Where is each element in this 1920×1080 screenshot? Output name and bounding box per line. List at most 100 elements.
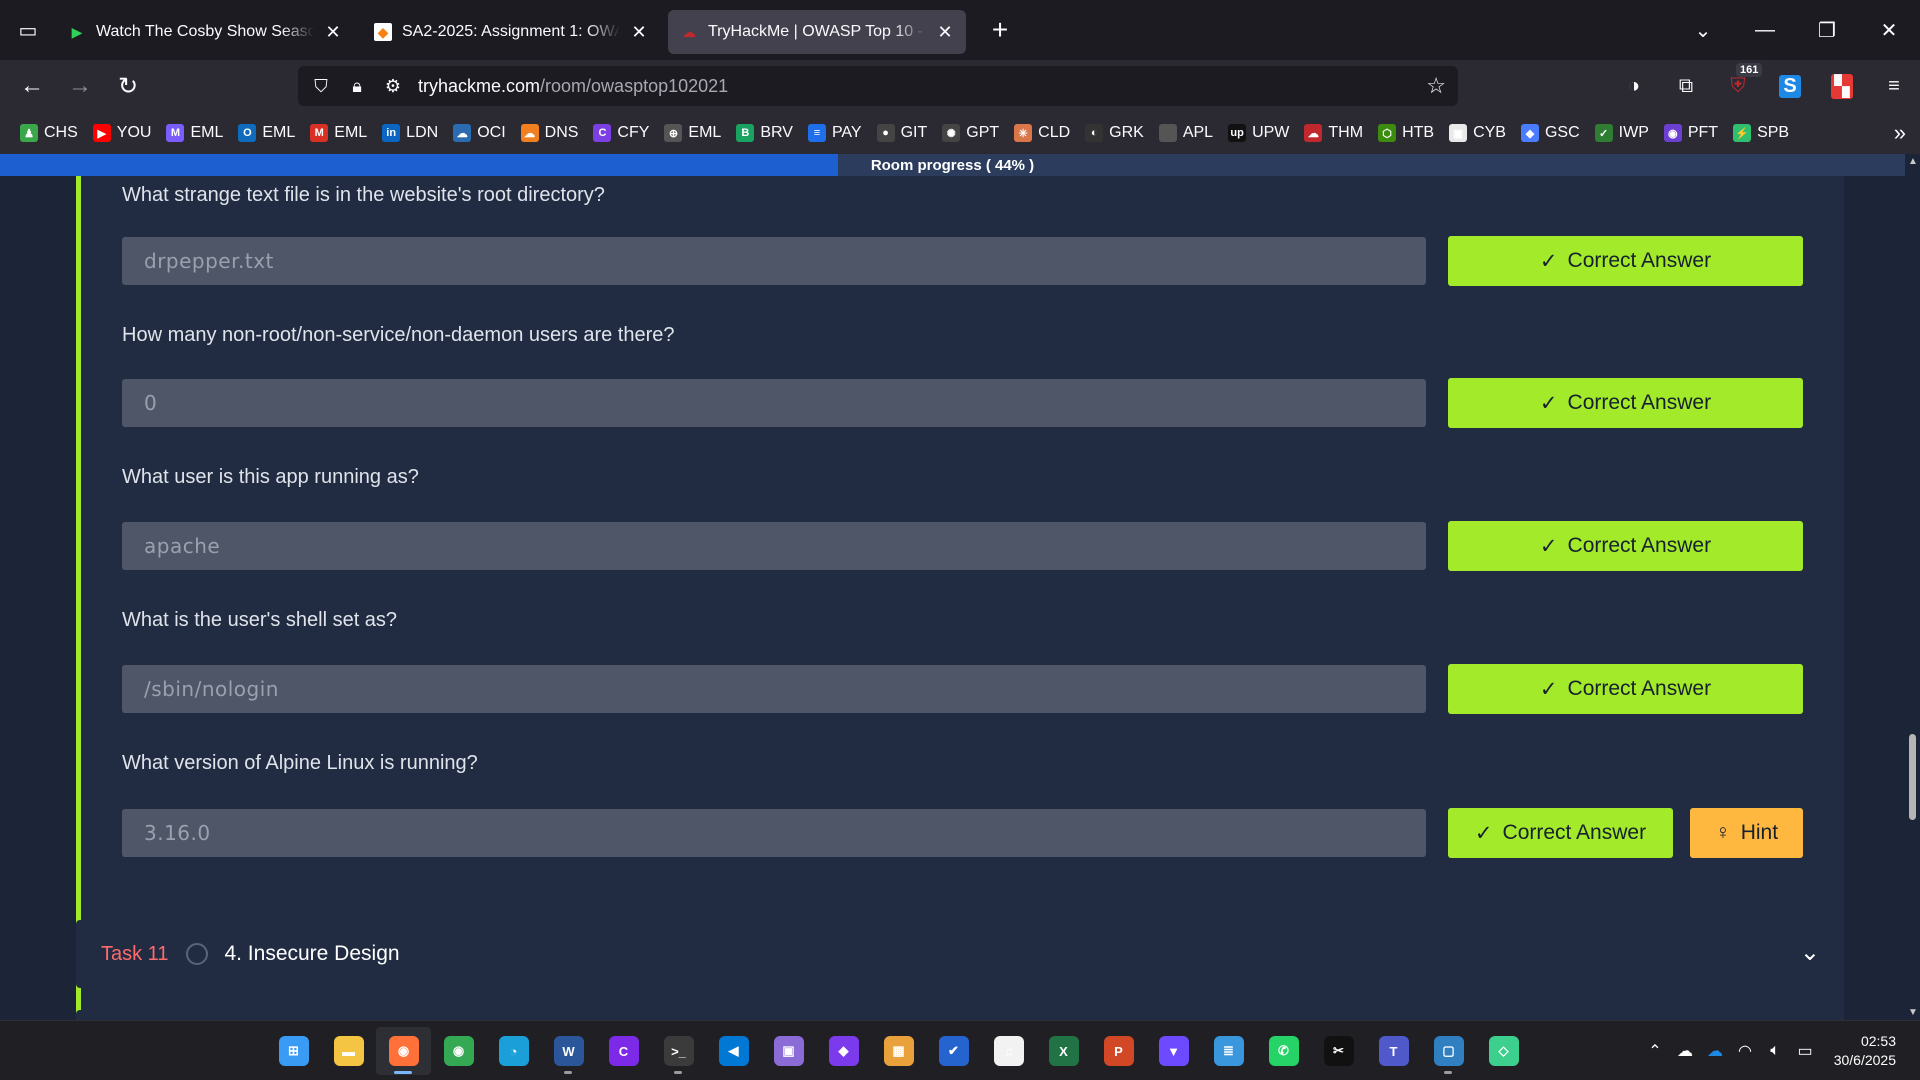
bookmark-pft[interactable]: ◉ PFT bbox=[1663, 124, 1718, 142]
todo-icon[interactable]: ✔ bbox=[926, 1027, 981, 1075]
bookmark-htb[interactable]: ⬡ HTB bbox=[1378, 124, 1434, 142]
extensions-icon[interactable]: ⧉ bbox=[1660, 75, 1712, 98]
tab-overflow-icon[interactable]: ⌄ bbox=[1672, 18, 1734, 43]
menu-icon[interactable]: ≡ bbox=[1868, 75, 1920, 98]
kali-icon[interactable]: ◇ bbox=[1476, 1027, 1531, 1075]
bookmark-thm[interactable]: ☁ THM bbox=[1304, 124, 1363, 142]
task-header-insecure-design[interactable]: Task 11 4. Insecure Design ⌄ bbox=[76, 920, 1844, 988]
chrome-icon[interactable]: ◉ bbox=[431, 1027, 486, 1075]
vscode-icon[interactable]: ◀ bbox=[706, 1027, 761, 1075]
tab-cosby[interactable]: ▶ Watch The Cosby Show Season 2 ✕ bbox=[56, 10, 354, 54]
whatsapp-icon[interactable]: ✆ bbox=[1256, 1027, 1311, 1075]
bookmark-eml[interactable]: M EML bbox=[310, 124, 367, 142]
tab-tryhackme[interactable]: ☁ TryHackMe | OWASP Top 10 - 2021 ✕ bbox=[668, 10, 966, 54]
back-icon[interactable]: ← bbox=[8, 66, 56, 106]
clock[interactable]: 02:53 30/6/2025 bbox=[1820, 1032, 1920, 1070]
capcut-icon[interactable]: ✂ bbox=[1311, 1027, 1366, 1075]
word-icon[interactable]: W bbox=[541, 1027, 596, 1075]
answer-field[interactable]: apache bbox=[122, 522, 1426, 570]
bookmark-pay[interactable]: ≡ PAY bbox=[807, 124, 862, 142]
bookmark-oci[interactable]: ☁ OCI bbox=[453, 124, 506, 142]
shield-icon[interactable]: ⛉ bbox=[310, 76, 332, 97]
canva-icon[interactable]: C bbox=[596, 1027, 651, 1075]
battery-icon[interactable]: ▭ bbox=[1790, 1041, 1820, 1061]
correct-answer-button[interactable]: ✓ Correct Answer bbox=[1448, 236, 1803, 286]
scrollbar-thumb[interactable] bbox=[1909, 734, 1916, 820]
onedrive-blue-icon[interactable]: ☁ bbox=[1700, 1041, 1730, 1061]
close-tab-icon[interactable]: ✕ bbox=[630, 22, 648, 43]
bookmark-cfy[interactable]: C CFY bbox=[593, 124, 649, 142]
forward-icon[interactable]: → bbox=[56, 66, 104, 106]
excel-icon[interactable]: X bbox=[1036, 1027, 1091, 1075]
minimize-icon[interactable]: — bbox=[1734, 19, 1796, 42]
s-extension-icon[interactable]: S bbox=[1764, 74, 1816, 98]
answer-field[interactable]: 3.16.0 bbox=[122, 809, 1426, 857]
correct-answer-button[interactable]: ✓ Correct Answer bbox=[1448, 378, 1803, 428]
red-extension-icon[interactable]: ▚ bbox=[1816, 73, 1868, 99]
bookmark-iwp[interactable]: ✓ IWP bbox=[1594, 124, 1649, 142]
bookmark-cld[interactable]: ✳ CLD bbox=[1014, 124, 1070, 142]
chevron-down-icon[interactable]: ⌄ bbox=[1800, 938, 1820, 967]
close-tab-icon[interactable]: ✕ bbox=[936, 22, 954, 43]
wifi-icon[interactable]: ◠ bbox=[1730, 1041, 1760, 1061]
scroll-up-arrow-icon[interactable]: ▲ bbox=[1908, 156, 1918, 167]
bookmark-apl[interactable]: APL bbox=[1158, 124, 1213, 142]
privacy-extension-icon[interactable]: ◑ bbox=[1608, 75, 1660, 98]
bookmark-cyb[interactable]: ▣ CYB bbox=[1449, 124, 1506, 142]
bookmark-gsc[interactable]: ◆ GSC bbox=[1520, 124, 1580, 142]
lock-icon[interactable]: 🔒︎ bbox=[346, 76, 368, 97]
answer-field[interactable]: 0 bbox=[122, 379, 1426, 427]
bookmarks-overflow-icon[interactable]: » bbox=[1894, 120, 1906, 146]
edge-icon[interactable]: ◔ bbox=[486, 1027, 541, 1075]
bookmark-gpt[interactable]: ✺ GPT bbox=[942, 124, 999, 142]
answer-field[interactable]: drpepper.txt bbox=[122, 237, 1426, 285]
notepad-icon[interactable]: ≣ bbox=[1201, 1027, 1256, 1075]
obsidian-icon[interactable]: ◆ bbox=[816, 1027, 871, 1075]
correct-answer-button[interactable]: ✓ Correct Answer bbox=[1448, 521, 1803, 571]
firefox-icon[interactable]: ◉ bbox=[376, 1027, 431, 1075]
bookmark-brv[interactable]: B BRV bbox=[736, 124, 793, 142]
correct-answer-button[interactable]: ✓ Correct Answer bbox=[1448, 664, 1803, 714]
answer-field[interactable]: /sbin/nologin bbox=[122, 665, 1426, 713]
close-window-icon[interactable]: ✕ bbox=[1858, 18, 1920, 43]
bookmark-eml[interactable]: M EML bbox=[166, 124, 223, 142]
bookmark-upw[interactable]: up UPW bbox=[1228, 124, 1289, 142]
bookmark-eml[interactable]: ⊕ EML bbox=[664, 124, 721, 142]
chevron-up-icon[interactable]: ⌃ bbox=[1640, 1041, 1670, 1061]
proton-vpn-icon[interactable]: ▼ bbox=[1146, 1027, 1201, 1075]
notes-icon[interactable]: ▣ bbox=[761, 1027, 816, 1075]
bookmark-star-icon[interactable]: ☆ bbox=[1426, 73, 1446, 99]
volume-icon[interactable]: 🔈︎ bbox=[1760, 1042, 1790, 1060]
url-text[interactable]: tryhackme.com/room/owasptop102021 bbox=[418, 76, 728, 97]
bookmark-dns[interactable]: ☁ DNS bbox=[520, 124, 578, 142]
bookmark-spb[interactable]: ⚡ SPB bbox=[1733, 124, 1789, 142]
itunes-icon[interactable]: ♫ bbox=[981, 1027, 1036, 1075]
bookmark-you[interactable]: ▶ YOU bbox=[92, 124, 151, 142]
ublock-icon[interactable]: ⛨ 161 bbox=[1712, 62, 1764, 98]
bookmark-grk[interactable]: ◐ GRK bbox=[1085, 124, 1144, 142]
store-icon[interactable]: ▦ bbox=[871, 1027, 926, 1075]
permissions-icon[interactable]: ⚙ bbox=[382, 76, 404, 97]
bookmark-ldn[interactable]: in LDN bbox=[382, 124, 438, 142]
page-scrollbar[interactable]: ▲ ▼ bbox=[1905, 154, 1920, 1020]
onedrive-icon[interactable]: ☁ bbox=[1670, 1041, 1700, 1061]
file-explorer-icon[interactable]: ▬ bbox=[321, 1027, 376, 1075]
tab-list-icon[interactable]: ▭ bbox=[0, 0, 56, 60]
url-bar[interactable]: ⛉ 🔒︎ ⚙ tryhackme.com/room/owasptop102021… bbox=[298, 66, 1458, 106]
restore-icon[interactable]: ❐ bbox=[1796, 18, 1858, 43]
virtualbox-icon[interactable]: ▢ bbox=[1421, 1027, 1476, 1075]
teams-icon[interactable]: T bbox=[1366, 1027, 1421, 1075]
new-tab-button[interactable]: + bbox=[980, 10, 1020, 50]
reload-icon[interactable]: ↻ bbox=[104, 66, 152, 106]
scroll-down-arrow-icon[interactable]: ▼ bbox=[1908, 1007, 1918, 1018]
close-tab-icon[interactable]: ✕ bbox=[324, 22, 342, 43]
powerpoint-icon[interactable]: P bbox=[1091, 1027, 1146, 1075]
terminal-icon[interactable]: >_ bbox=[651, 1027, 706, 1075]
windows-start-icon[interactable]: ⊞ bbox=[266, 1027, 321, 1075]
bookmark-chs[interactable]: ♟ CHS bbox=[20, 124, 78, 142]
bookmark-git[interactable]: ● GIT bbox=[876, 124, 927, 142]
bookmark-eml[interactable]: O EML bbox=[238, 124, 295, 142]
tab-assignment[interactable]: ◆ SA2-2025: Assignment 1: OWASP ✕ bbox=[362, 10, 660, 54]
hint-button[interactable]: ♀ Hint bbox=[1690, 808, 1803, 858]
correct-answer-button[interactable]: ✓ Correct Answer bbox=[1448, 808, 1673, 858]
